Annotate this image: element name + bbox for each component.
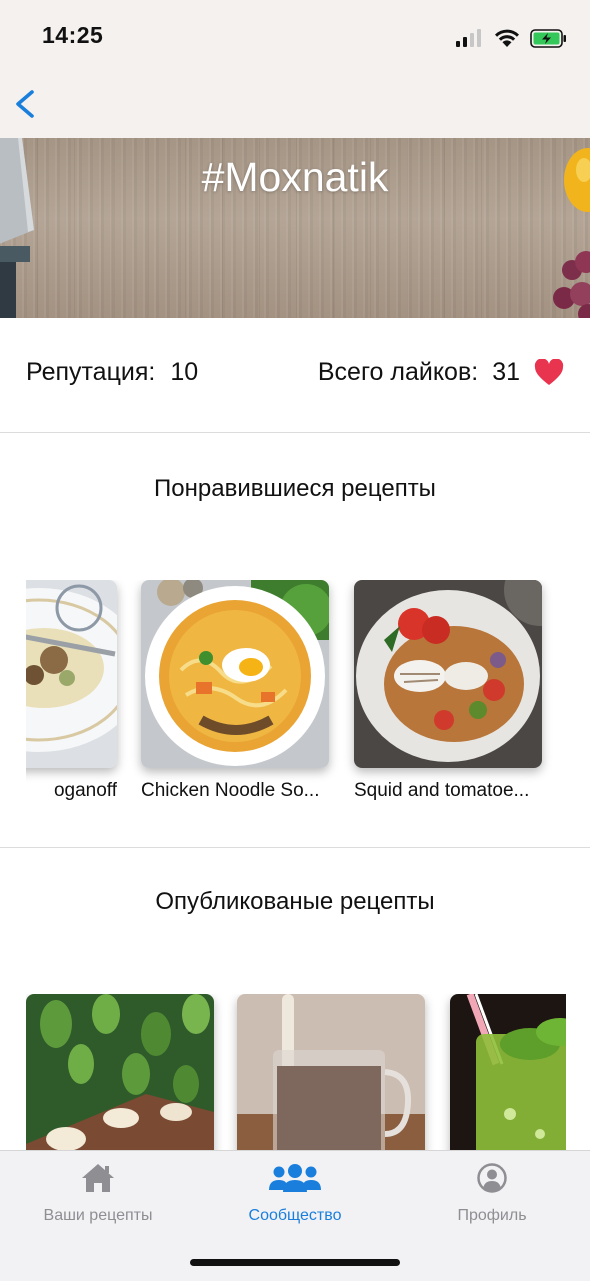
published-recipes-carousel[interactable] (26, 994, 566, 1150)
home-indicator[interactable] (190, 1259, 400, 1266)
back-button[interactable] (10, 82, 50, 126)
recipe-card[interactable] (450, 994, 566, 1150)
battery-charging-icon (530, 28, 566, 48)
recipe-card[interactable] (237, 994, 425, 1150)
chevron-left-icon (16, 90, 34, 118)
recipe-card[interactable]: Chicken Noodle So... (141, 580, 329, 802)
liked-recipes-title: Понравившиеся рецепты (154, 475, 436, 502)
recipe-card[interactable] (26, 994, 214, 1150)
recipe-image (237, 994, 425, 1150)
tab-label: Сообщество (248, 1207, 342, 1224)
divider (0, 432, 590, 433)
recipe-image (26, 580, 117, 768)
reputation-value: 10 (170, 358, 199, 386)
heart-icon (534, 359, 564, 385)
wifi-icon (495, 29, 519, 47)
recipe-card[interactable]: oganoff (26, 580, 117, 802)
user-stats: Репутация: 10 Всего лайков: 31 (0, 318, 590, 432)
tab-label: Профиль (457, 1207, 527, 1224)
recipe-image (26, 994, 214, 1150)
profile-icon (477, 1163, 507, 1193)
reputation-stat: Репутация: 10 (26, 358, 198, 387)
tab-community[interactable]: Сообщество (197, 1151, 393, 1241)
status-icons (456, 24, 568, 52)
tab-label: Ваши рецепты (43, 1207, 153, 1224)
page-title: #Moxnatik (201, 154, 389, 200)
likes-label: Всего лайков: (317, 358, 479, 386)
recipe-card-label: Chicken Noodle So... (141, 780, 320, 801)
navigation-bar (0, 72, 590, 138)
tab-profile[interactable]: Профиль (394, 1151, 590, 1241)
likes-value: 31 (492, 358, 520, 386)
reputation-label: Репутация: (26, 358, 156, 386)
status-bar: 14:25 (0, 0, 590, 72)
status-time: 14:25 (42, 22, 104, 48)
recipe-card-label: Squid and tomatoe... (354, 780, 530, 801)
cellular-signal-icon (456, 29, 481, 47)
liked-recipes-carousel[interactable]: oganoff Chicken Noodle So... Squid and t… (26, 580, 566, 820)
recipe-card-label: oganoff (53, 780, 117, 801)
divider (0, 847, 590, 848)
home-icon (82, 1164, 114, 1192)
published-recipes-title: Опубликованые рецепты (155, 888, 435, 915)
recipe-card[interactable]: Squid and tomatoe... (354, 580, 542, 802)
recipe-image (354, 580, 542, 768)
tab-your-recipes[interactable]: Ваши рецепты (0, 1151, 196, 1241)
likes-stat: Всего лайков: 31 (318, 358, 564, 387)
recipe-image (141, 580, 329, 768)
recipe-image (450, 994, 566, 1150)
community-icon (269, 1164, 321, 1192)
